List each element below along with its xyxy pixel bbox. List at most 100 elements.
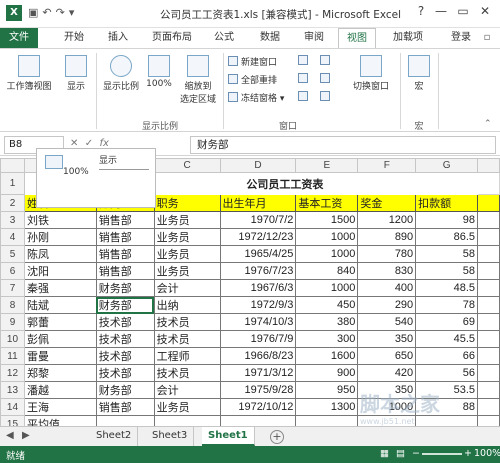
cell[interactable]: 840 (295, 262, 359, 280)
zoom-100-button[interactable]: 100% (144, 55, 174, 89)
cell[interactable]: 380 (295, 313, 359, 331)
cell[interactable]: 1500 (295, 211, 359, 229)
tab-view[interactable]: 视图 (338, 28, 376, 48)
cell[interactable]: 业务员 (153, 228, 221, 246)
undo-icon[interactable]: ↶ (42, 6, 55, 19)
cell[interactable]: 销售部 (95, 211, 155, 229)
cell[interactable]: 潘越 (23, 381, 97, 399)
cell[interactable]: 刘铁 (23, 211, 97, 229)
cell[interactable]: 58 (415, 245, 479, 263)
cell[interactable] (295, 415, 359, 426)
cell[interactable]: 290 (357, 296, 417, 314)
formula-input[interactable]: 财务部 (190, 136, 496, 154)
cell[interactable]: 财务部 (95, 381, 155, 399)
sync-scroll-button[interactable] (320, 73, 333, 85)
cell[interactable]: 沈阳 (23, 262, 97, 280)
cell[interactable]: 1972/9/3 (219, 296, 297, 314)
row-header[interactable]: 7 (0, 279, 25, 297)
view-side-by-side-button[interactable] (320, 55, 333, 67)
zoom-popup-value[interactable]: 100% (63, 167, 89, 177)
row-header[interactable]: 2 (0, 194, 25, 212)
sheet-title[interactable]: 公司员工工资表 (154, 173, 416, 195)
cell[interactable] (477, 313, 500, 331)
cell[interactable]: 技术部 (95, 364, 155, 382)
cell[interactable]: 技术员 (153, 330, 221, 348)
new-window-button[interactable]: 新建窗口 (228, 55, 277, 68)
cell[interactable]: 950 (295, 381, 359, 399)
cell[interactable]: 销售部 (95, 228, 155, 246)
tab-file[interactable]: 文件 (0, 28, 38, 48)
column-header[interactable]: F (357, 158, 417, 173)
cell[interactable]: 王海 (23, 398, 97, 416)
cell[interactable] (477, 279, 500, 297)
header-cell[interactable]: 奖金 (357, 194, 417, 212)
next-sheet-arrow-icon[interactable]: ▶ (22, 430, 30, 441)
cell[interactable]: 1300 (295, 398, 359, 416)
cell[interactable]: 业务员 (153, 398, 221, 416)
cell[interactable]: 陆斌 (23, 296, 97, 314)
cell[interactable] (477, 364, 500, 382)
cell[interactable]: 会计 (153, 381, 221, 399)
zoom-button[interactable]: 显示比例 (100, 55, 142, 92)
cell[interactable]: 平均值 (23, 415, 97, 426)
cell[interactable]: 540 (357, 313, 417, 331)
workbook-views-button[interactable]: 工作簿视图 (4, 55, 54, 92)
split-button[interactable] (298, 55, 311, 67)
column-header[interactable]: E (295, 158, 359, 173)
cell[interactable]: 1966/8/23 (219, 347, 297, 365)
cell[interactable]: 1971/3/12 (219, 364, 297, 382)
cell[interactable] (95, 415, 155, 426)
cell[interactable]: 1965/4/25 (219, 245, 297, 263)
cell[interactable]: 1975/9/28 (219, 381, 297, 399)
sheet-tab-sheet1[interactable]: Sheet1 (202, 427, 255, 446)
cell[interactable]: 420 (357, 364, 417, 382)
cell[interactable]: 彭佩 (23, 330, 97, 348)
cell[interactable]: 会计 (153, 279, 221, 297)
tab-data[interactable]: 数据 (252, 28, 288, 48)
cell[interactable]: 1200 (357, 211, 417, 229)
header-cell[interactable]: 出生年月 (219, 194, 297, 212)
cell[interactable]: 53.5 (415, 381, 479, 399)
cell[interactable]: 雷曼 (23, 347, 97, 365)
tab-formulas[interactable]: 公式 (206, 28, 242, 48)
show-button[interactable]: 显示 (60, 55, 92, 92)
cell[interactable] (477, 398, 500, 416)
column-header-extra[interactable] (477, 158, 500, 173)
row-header[interactable]: 3 (0, 211, 25, 229)
cell[interactable]: 350 (357, 381, 417, 399)
cell[interactable] (477, 228, 500, 246)
cell[interactable]: 销售部 (95, 398, 155, 416)
collapse-ribbon-icon[interactable]: ▫ (478, 28, 496, 48)
cell[interactable]: 技术部 (95, 330, 155, 348)
cell[interactable]: 69 (415, 313, 479, 331)
cell[interactable]: 1976/7/9 (219, 330, 297, 348)
switch-windows-button[interactable]: 切换窗口 (346, 55, 396, 92)
tab-insert[interactable]: 插入 (100, 28, 136, 48)
add-sheet-button[interactable]: + (270, 430, 284, 444)
cell[interactable]: 财务部 (95, 296, 155, 314)
cell[interactable]: 1970/7/2 (219, 211, 297, 229)
row-header[interactable]: 9 (0, 313, 25, 331)
tab-page-layout[interactable]: 页面布局 (146, 28, 198, 48)
cell[interactable]: 1976/7/23 (219, 262, 297, 280)
quick-access-toolbar[interactable]: ▣↶↷▾ (28, 6, 78, 19)
cell[interactable]: 78 (415, 296, 479, 314)
row-header[interactable]: 15 (0, 415, 25, 426)
cell[interactable] (477, 330, 500, 348)
cell[interactable] (477, 347, 500, 365)
cell[interactable]: 技术员 (153, 313, 221, 331)
header-cell[interactable]: 扣款额 (415, 194, 479, 212)
header-cell[interactable]: 职务 (153, 194, 221, 212)
cell[interactable]: 66 (415, 347, 479, 365)
unhide-button[interactable] (298, 91, 311, 103)
row-header[interactable]: 6 (0, 262, 25, 280)
normal-view-icon[interactable]: ▦ (380, 448, 389, 459)
sheet-tab-sheet2[interactable]: Sheet2 (90, 427, 139, 446)
page-layout-view-icon[interactable]: ▤ (396, 448, 405, 459)
cell[interactable]: 350 (357, 330, 417, 348)
title-cell-right[interactable] (416, 173, 478, 195)
cell[interactable]: 销售部 (95, 262, 155, 280)
collapse-ribbon-chevron-icon[interactable]: ⌃ (484, 119, 492, 129)
close-button[interactable]: ✕ (476, 4, 494, 18)
cell[interactable]: 技术员 (153, 364, 221, 382)
